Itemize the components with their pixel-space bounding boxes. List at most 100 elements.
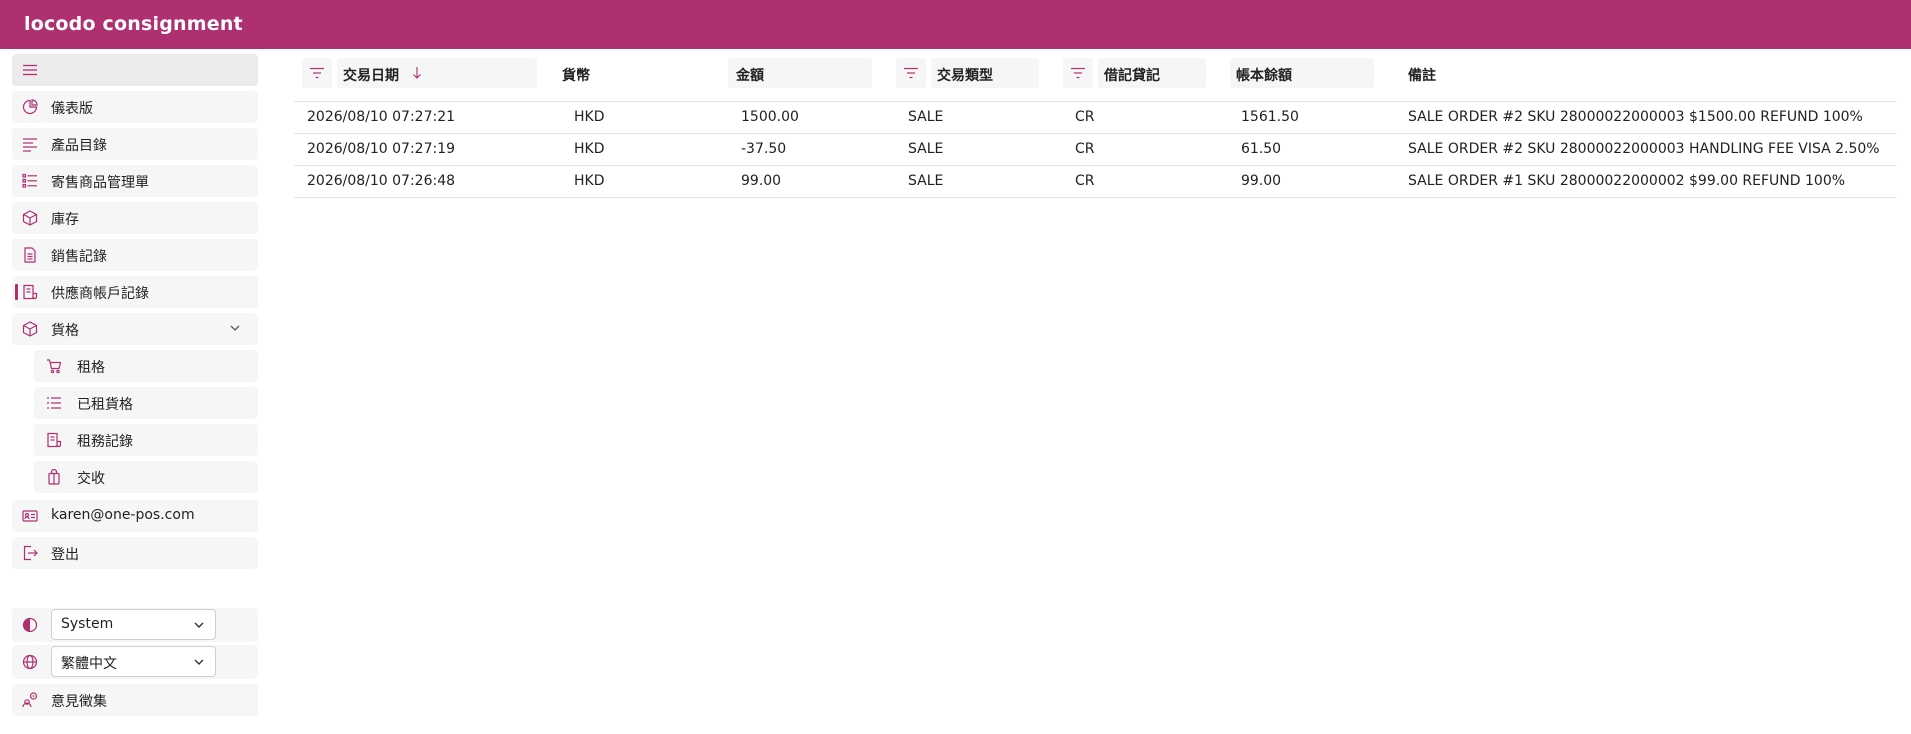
cell-amount: 1500.00 xyxy=(741,109,799,125)
ledger-icon xyxy=(22,284,38,300)
document-icon xyxy=(22,247,38,263)
cell-balance: 61.50 xyxy=(1241,141,1282,157)
cell-type: SALE xyxy=(908,141,944,157)
cell-type: SALE xyxy=(908,173,944,189)
bullet-list-icon xyxy=(46,395,62,411)
drcr-filter-button[interactable] xyxy=(1063,58,1093,88)
sidebar-item-label: 登出 xyxy=(51,547,79,563)
cell-remarks: SALE ORDER #2 SKU 28000022000003 $1500.0… xyxy=(1408,109,1863,125)
theme-select-value: System xyxy=(61,616,114,632)
chevron-down-icon xyxy=(193,619,205,631)
box-icon xyxy=(22,210,38,226)
sidebar-subitem-handover[interactable]: 交收 xyxy=(34,461,258,493)
column-header-balance[interactable]: 帳本餘額 xyxy=(1230,58,1374,88)
menu-icon xyxy=(22,62,38,78)
chevron-down-icon xyxy=(193,656,205,668)
cell-currency: HKD xyxy=(574,109,605,125)
sidebar-item-label: 意見徵集 xyxy=(51,694,107,710)
cell-date: 2026/08/10 07:27:21 xyxy=(307,109,456,125)
theme-select[interactable]: System xyxy=(51,609,216,640)
box-icon xyxy=(22,321,38,337)
sidebar-item-label: 交收 xyxy=(77,471,105,487)
account-email: karen@one-pos.com xyxy=(51,507,195,523)
list-icon xyxy=(22,136,38,152)
cell-date: 2026/08/10 07:27:19 xyxy=(307,141,456,157)
contrast-icon xyxy=(22,617,38,633)
bag-icon xyxy=(46,469,62,485)
cell-drcr: CR xyxy=(1075,109,1095,125)
column-header-label: 交易類型 xyxy=(937,68,993,84)
dashboard-icon xyxy=(22,99,38,115)
table-row[interactable]: 2026/08/10 07:26:48 HKD 99.00 SALE CR 99… xyxy=(294,166,1897,198)
sidebar-item-label: 產品目錄 xyxy=(51,138,107,154)
sort-down-icon xyxy=(412,66,422,80)
id-card-icon xyxy=(22,508,38,524)
cart-icon xyxy=(46,358,62,374)
sidebar-item-dashboard[interactable]: 儀表版 xyxy=(12,91,258,123)
sidebar-subitem-rented-shelves[interactable]: 已租貨格 xyxy=(34,387,258,419)
cell-remarks: SALE ORDER #2 SKU 28000022000003 HANDLIN… xyxy=(1408,141,1880,157)
active-indicator xyxy=(15,284,18,300)
cell-amount: -37.50 xyxy=(741,141,787,157)
chevron-down-icon xyxy=(228,321,242,335)
cell-currency: HKD xyxy=(574,173,605,189)
menu-toggle-button[interactable] xyxy=(12,54,258,86)
column-header-date[interactable]: 交易日期 xyxy=(337,58,537,88)
table-row[interactable]: 2026/08/10 07:27:19 HKD -37.50 SALE CR 6… xyxy=(294,134,1897,166)
sidebar-item-label: 銷售記錄 xyxy=(51,249,107,265)
top-bar: locodo consignment xyxy=(0,0,1911,49)
sidebar-item-account[interactable]: karen@one-pos.com xyxy=(12,500,258,532)
sidebar-item-consignment-list[interactable]: 寄售商品管理單 xyxy=(12,165,258,197)
column-header-label: 備註 xyxy=(1408,68,1436,84)
sidebar-item-label: 供應商帳戶記錄 xyxy=(51,286,149,302)
sidebar-item-label: 租務記錄 xyxy=(77,434,133,450)
sidebar-item-inventory[interactable]: 庫存 xyxy=(12,202,258,234)
sidebar-item-sales-records[interactable]: 銷售記錄 xyxy=(12,239,258,271)
cell-currency: HKD xyxy=(574,141,605,157)
sidebar-item-label: 庫存 xyxy=(51,212,79,228)
sidebar-subitem-rent-shelf[interactable]: 租格 xyxy=(34,350,258,382)
sidebar-item-feedback[interactable]: 意見徵集 xyxy=(12,684,258,716)
column-header-label: 交易日期 xyxy=(343,68,399,84)
app-title: locodo consignment xyxy=(24,13,243,35)
feedback-icon xyxy=(22,692,38,708)
column-header-label: 貨幣 xyxy=(562,68,590,84)
sidebar-item-label: 儀表版 xyxy=(51,101,93,117)
sidebar-item-catalog[interactable]: 產品目錄 xyxy=(12,128,258,160)
cell-balance: 99.00 xyxy=(1241,173,1282,189)
column-header-remarks: 備註 xyxy=(1408,58,1608,88)
language-setting-row: 繁體中文 xyxy=(12,645,258,679)
cell-drcr: CR xyxy=(1075,141,1095,157)
filter-icon xyxy=(1071,67,1085,79)
table-row[interactable]: 2026/08/10 07:27:21 HKD 1500.00 SALE CR … xyxy=(294,102,1897,134)
ledger-icon xyxy=(46,432,62,448)
cell-type: SALE xyxy=(908,109,944,125)
sidebar-item-label: 貨格 xyxy=(51,323,79,339)
filter-icon xyxy=(904,67,918,79)
column-header-amount[interactable]: 金額 xyxy=(728,58,872,88)
sidebar-item-shelves[interactable]: 貨格 xyxy=(12,313,258,345)
language-select[interactable]: 繁體中文 xyxy=(51,646,216,677)
type-filter-button[interactable] xyxy=(896,58,926,88)
cell-remarks: SALE ORDER #1 SKU 28000022000002 $99.00 … xyxy=(1408,173,1846,189)
column-header-drcr[interactable]: 借記貸記 xyxy=(1098,58,1206,88)
sidebar-item-supplier-account-records[interactable]: 供應商帳戶記錄 xyxy=(12,276,258,308)
sidebar-item-label: 已租貨格 xyxy=(77,397,133,413)
column-header-label: 借記貸記 xyxy=(1104,68,1160,84)
cell-date: 2026/08/10 07:26:48 xyxy=(307,173,456,189)
cell-amount: 99.00 xyxy=(741,173,782,189)
sidebar-subitem-rental-records[interactable]: 租務記錄 xyxy=(34,424,258,456)
theme-setting-row: System xyxy=(12,608,258,642)
logout-icon xyxy=(22,545,38,561)
sidebar-item-label: 寄售商品管理單 xyxy=(51,175,149,191)
sidebar-item-logout[interactable]: 登出 xyxy=(12,537,258,569)
checklist-icon xyxy=(22,173,38,189)
column-header-type[interactable]: 交易類型 xyxy=(931,58,1039,88)
column-header-currency: 貨幣 xyxy=(560,58,690,88)
filter-icon xyxy=(310,67,324,79)
cell-drcr: CR xyxy=(1075,173,1095,189)
language-select-value: 繁體中文 xyxy=(61,656,117,672)
cell-balance: 1561.50 xyxy=(1241,109,1299,125)
date-filter-button[interactable] xyxy=(302,58,332,88)
sidebar-item-label: 租格 xyxy=(77,360,105,376)
